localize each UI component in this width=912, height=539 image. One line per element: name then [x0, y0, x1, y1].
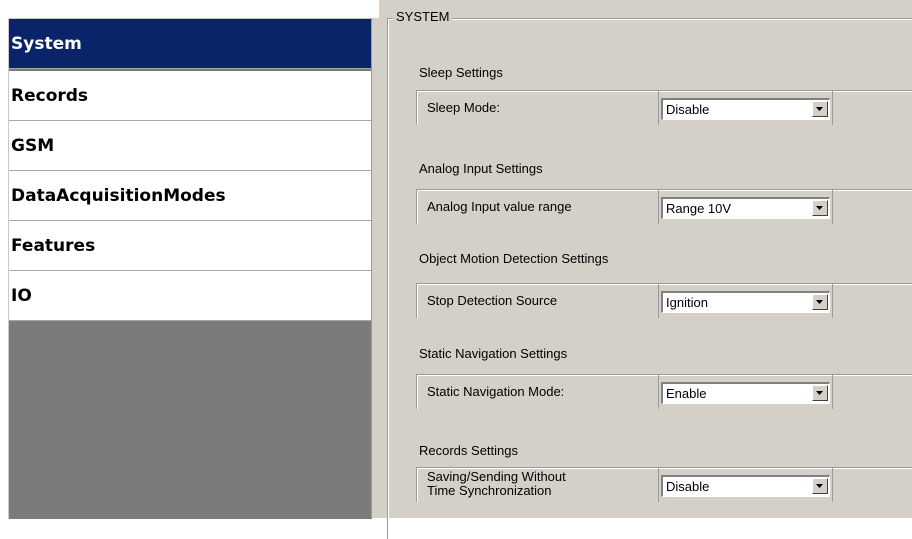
select-value: Disable: [666, 479, 710, 494]
select-value: Disable: [666, 102, 710, 117]
setting-row-stop-detection: Stop Detection Source Ignition: [416, 283, 912, 318]
sleep-mode-select[interactable]: Disable: [661, 98, 830, 120]
divider: [832, 91, 833, 125]
dropdown-button[interactable]: [812, 200, 828, 216]
dropdown-button[interactable]: [812, 101, 828, 117]
stop-detection-select[interactable]: Ignition: [661, 291, 830, 313]
sidebar-item-system[interactable]: System: [9, 19, 372, 69]
divider: [832, 190, 833, 224]
section-title-analog-input: Analog Input Settings: [419, 161, 543, 176]
static-navigation-select[interactable]: Enable: [661, 382, 830, 404]
divider: [832, 468, 833, 502]
sidebar-nav: System Records GSM DataAcquisitionModes …: [8, 18, 372, 519]
setting-label: Stop Detection Source: [427, 293, 558, 308]
chevron-down-icon: [816, 484, 823, 488]
sidebar-item-label: DataAcquisitionModes: [11, 186, 226, 206]
section-title-motion-detection: Object Motion Detection Settings: [419, 251, 609, 266]
section-title-sleep: Sleep Settings: [419, 65, 503, 80]
sidebar-item-io[interactable]: IO: [9, 271, 372, 321]
settings-panel: SYSTEM Sleep Settings Sleep Mode: Disabl…: [379, 0, 912, 539]
setting-row-static-navigation: Static Navigation Mode: Enable: [416, 374, 912, 409]
setting-label: Saving/Sending Without Time Synchronizat…: [427, 469, 566, 498]
setting-row-sleep-mode: Sleep Mode: Disable: [416, 90, 912, 125]
setting-row-analog-range: Analog Input value range Range 10V: [416, 189, 912, 224]
divider: [658, 468, 659, 502]
setting-label: Static Navigation Mode:: [427, 384, 565, 399]
time-sync-select[interactable]: Disable: [661, 475, 830, 497]
sidebar-item-label: IO: [11, 286, 32, 306]
select-value: Enable: [666, 386, 707, 401]
sidebar-item-label: Records: [11, 86, 89, 106]
divider: [658, 190, 659, 224]
group-title: SYSTEM: [393, 9, 453, 24]
section-title-static-navigation: Static Navigation Settings: [419, 346, 568, 361]
divider: [658, 375, 659, 409]
dropdown-button[interactable]: [812, 385, 828, 401]
sidebar-item-label: GSM: [11, 136, 55, 156]
divider: [832, 375, 833, 409]
sidebar-item-features[interactable]: Features: [9, 221, 372, 271]
sidebar-item-label: Features: [11, 236, 96, 256]
setting-label: Analog Input value range: [427, 199, 572, 214]
chevron-down-icon: [816, 206, 823, 210]
divider: [658, 91, 659, 125]
divider: [658, 284, 659, 318]
splitter[interactable]: [371, 18, 379, 518]
setting-label: Sleep Mode:: [427, 100, 500, 115]
sidebar-item-label: System: [11, 34, 82, 54]
chevron-down-icon: [816, 391, 823, 395]
sidebar-item-gsm[interactable]: GSM: [9, 121, 372, 171]
select-value: Range 10V: [666, 201, 732, 216]
analog-range-select[interactable]: Range 10V: [661, 197, 830, 219]
select-value: Ignition: [666, 295, 708, 310]
dropdown-button[interactable]: [812, 478, 828, 494]
chevron-down-icon: [816, 107, 823, 111]
section-title-records: Records Settings: [419, 443, 518, 458]
sidebar-item-data-acquisition-modes[interactable]: DataAcquisitionModes: [9, 171, 372, 221]
setting-row-time-sync: Saving/Sending Without Time Synchronizat…: [416, 467, 912, 502]
dropdown-button[interactable]: [812, 294, 828, 310]
chevron-down-icon: [816, 300, 823, 304]
divider: [832, 284, 833, 318]
sidebar-item-records[interactable]: Records: [9, 71, 372, 121]
